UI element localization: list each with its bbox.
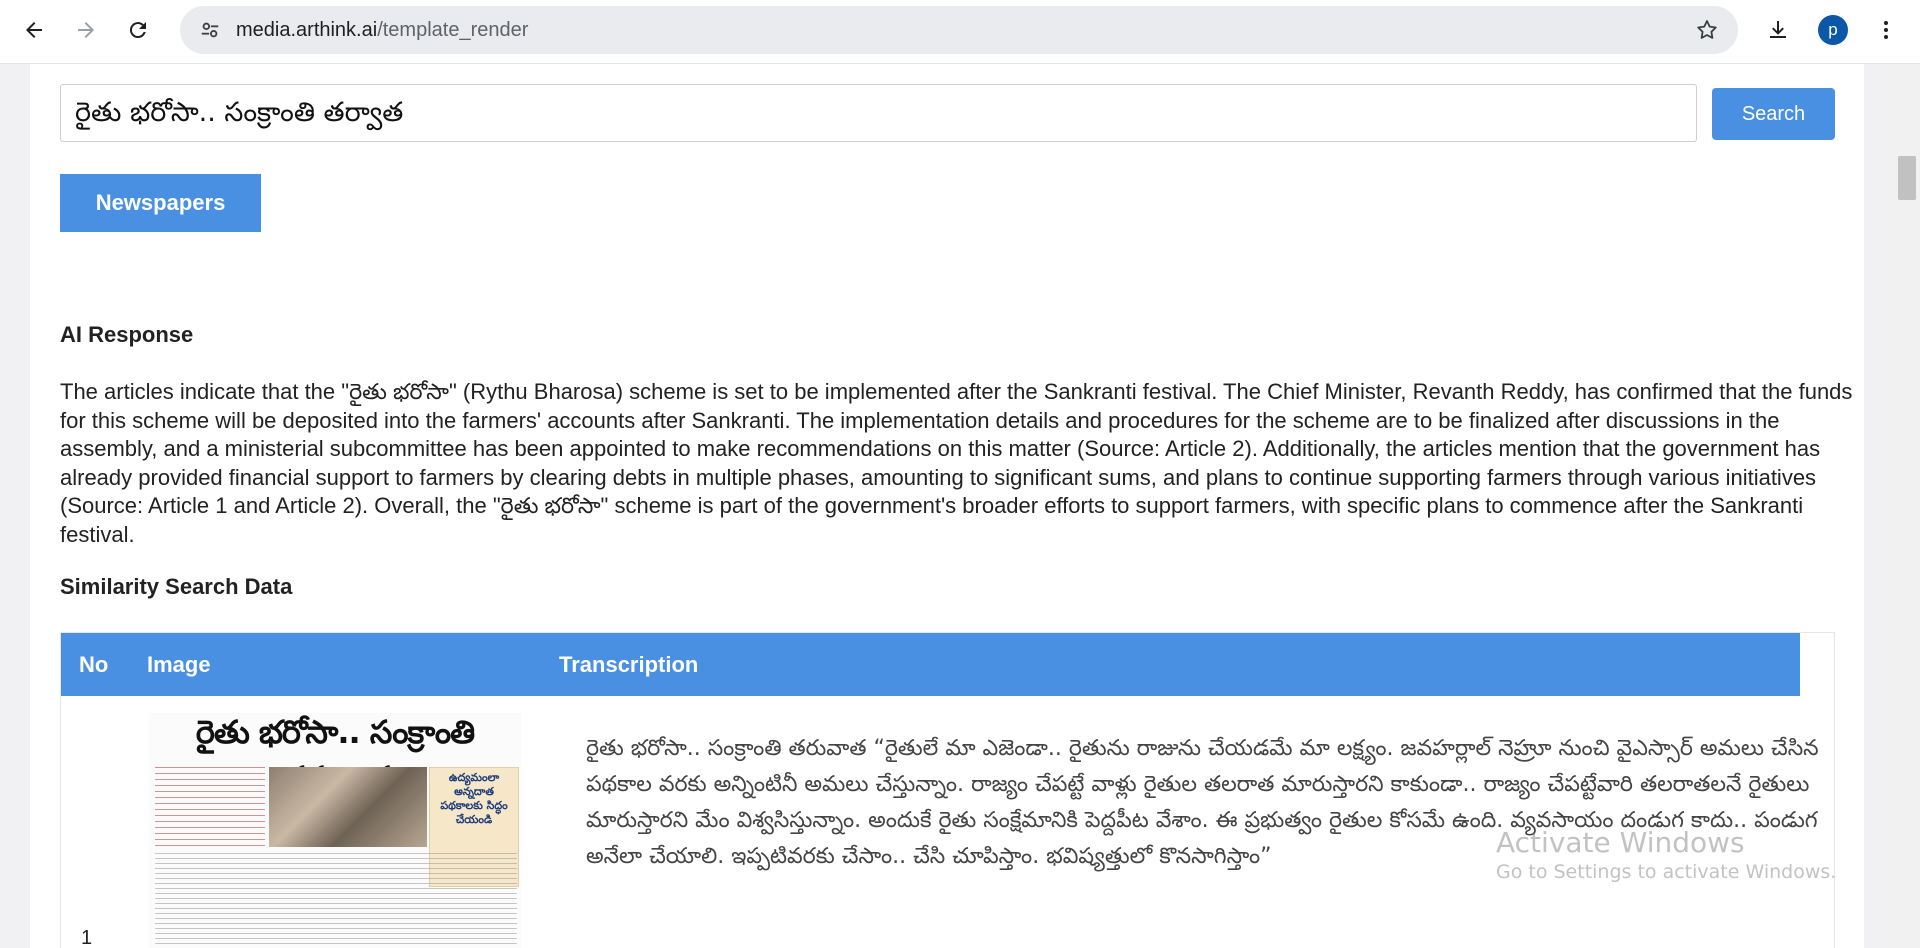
page-scrollbar[interactable] xyxy=(1894,64,1920,948)
column-header-no: No xyxy=(79,652,109,677)
page-viewport: రైతు భరోసా.. సంక్రాంతి తర్వాత Search New… xyxy=(0,64,1920,948)
clipping-text-column xyxy=(155,767,265,847)
forward-button[interactable] xyxy=(66,10,106,50)
watermark-line1: Activate Windows xyxy=(1496,826,1745,859)
arrow-right-icon xyxy=(78,22,94,38)
site-info-icon[interactable] xyxy=(196,16,224,44)
content-card: రైతు భరోసా.. సంక్రాంతి తర్వాత Search New… xyxy=(30,64,1864,948)
reload-icon xyxy=(129,22,146,39)
ai-response-text: The articles indicate that the "రైతు భరో… xyxy=(60,379,1853,547)
clipping-body-text xyxy=(155,853,517,948)
search-button[interactable]: Search xyxy=(1712,88,1835,140)
newspaper-clipping-image[interactable]: రైతు భరోసా.. సంక్రాంతి తరువాత ఉద్యమంలా అ… xyxy=(149,713,521,948)
newspapers-button[interactable]: Newspapers xyxy=(60,174,261,232)
url-host: media.arthink.ai xyxy=(236,19,378,41)
similarity-table: No Image Transcription 1 రైతు భరోసా.. సం… xyxy=(60,632,1835,948)
ai-response-title: AI Response xyxy=(60,322,194,347)
arrow-left-icon xyxy=(26,22,42,38)
back-button[interactable] xyxy=(14,10,54,50)
watermark-line2: Go to Settings to activate Windows. xyxy=(1496,861,1837,883)
download-icon xyxy=(1770,21,1786,38)
column-header-image: Image xyxy=(147,652,211,677)
url-path: /template_render xyxy=(377,19,529,41)
search-input[interactable]: రైతు భరోసా.. సంక్రాంతి తర్వాత xyxy=(60,84,1697,142)
browser-toolbar: media.arthink.ai/template_render p xyxy=(0,0,1920,64)
clipping-photo xyxy=(269,767,427,847)
address-bar[interactable]: media.arthink.ai/template_render xyxy=(180,6,1738,54)
profile-avatar[interactable]: p xyxy=(1818,15,1848,45)
downloads-button[interactable] xyxy=(1758,10,1798,50)
reload-button[interactable] xyxy=(118,10,158,50)
row-number: 1 xyxy=(81,927,93,948)
windows-activation-watermark: Activate Windows Go to Settings to activ… xyxy=(1496,826,1836,883)
clipping-subheadline: ఉద్యమంలా అన్నదాత పథకాలకు సిద్ధం చేయండి xyxy=(440,771,508,826)
kebab-menu-icon xyxy=(1884,21,1888,39)
column-header-transcription: Transcription xyxy=(559,652,699,677)
table-header: No Image Transcription xyxy=(61,633,1800,696)
bookmark-star-icon[interactable] xyxy=(1694,17,1720,43)
similarity-title: Similarity Search Data xyxy=(60,574,293,599)
scrollbar-thumb[interactable] xyxy=(1898,156,1916,200)
browser-menu-button[interactable] xyxy=(1866,10,1906,50)
url-text[interactable]: media.arthink.ai/template_render xyxy=(236,6,528,54)
